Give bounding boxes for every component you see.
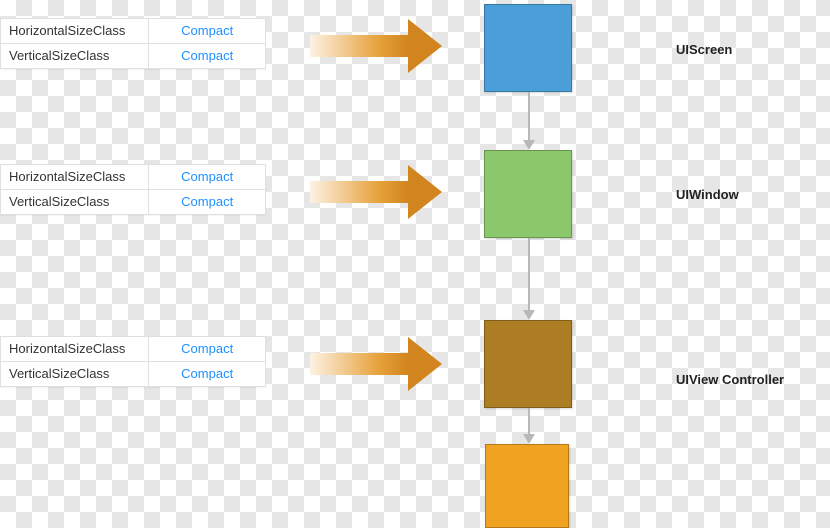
arrow-down-icon xyxy=(523,140,535,150)
arrow-head-icon xyxy=(408,165,442,219)
trait-value: Compact xyxy=(149,337,266,362)
arrow-head-icon xyxy=(408,19,442,73)
node-uiviewcontroller-square xyxy=(484,320,572,408)
arrow-down-icon xyxy=(523,434,535,444)
trait-key: VerticalSizeClass xyxy=(1,362,149,387)
arrow-right-icon xyxy=(310,165,440,219)
trait-value: Compact xyxy=(149,19,266,44)
flow-line xyxy=(528,92,530,140)
arrow-shaft xyxy=(310,181,408,203)
arrow-right-icon xyxy=(310,19,440,73)
trait-table-uiviewcontroller: HorizontalSizeClass Compact VerticalSize… xyxy=(0,336,266,387)
trait-key: HorizontalSizeClass xyxy=(1,165,149,190)
trait-value: Compact xyxy=(149,44,266,69)
trait-table-uiscreen: HorizontalSizeClass Compact VerticalSize… xyxy=(0,18,266,69)
arrow-down-icon xyxy=(523,310,535,320)
node-label-uiviewcontroller: UIView Controller xyxy=(676,372,784,387)
node-label-uiwindow: UIWindow xyxy=(676,187,739,202)
trait-key: HorizontalSizeClass xyxy=(1,19,149,44)
arrow-right-icon xyxy=(310,337,440,391)
node-child-square xyxy=(485,444,569,528)
arrow-shaft xyxy=(310,353,408,375)
trait-value: Compact xyxy=(149,190,266,215)
trait-key: VerticalSizeClass xyxy=(1,190,149,215)
trait-value: Compact xyxy=(149,165,266,190)
trait-key: HorizontalSizeClass xyxy=(1,337,149,362)
arrow-shaft xyxy=(310,35,408,57)
flow-line xyxy=(528,408,530,434)
trait-table-uiwindow: HorizontalSizeClass Compact VerticalSize… xyxy=(0,164,266,215)
trait-value: Compact xyxy=(149,362,266,387)
flow-line xyxy=(528,238,530,310)
node-uiscreen-square xyxy=(484,4,572,92)
node-uiwindow-square xyxy=(484,150,572,238)
node-label-uiscreen: UIScreen xyxy=(676,42,732,57)
trait-key: VerticalSizeClass xyxy=(1,44,149,69)
arrow-head-icon xyxy=(408,337,442,391)
